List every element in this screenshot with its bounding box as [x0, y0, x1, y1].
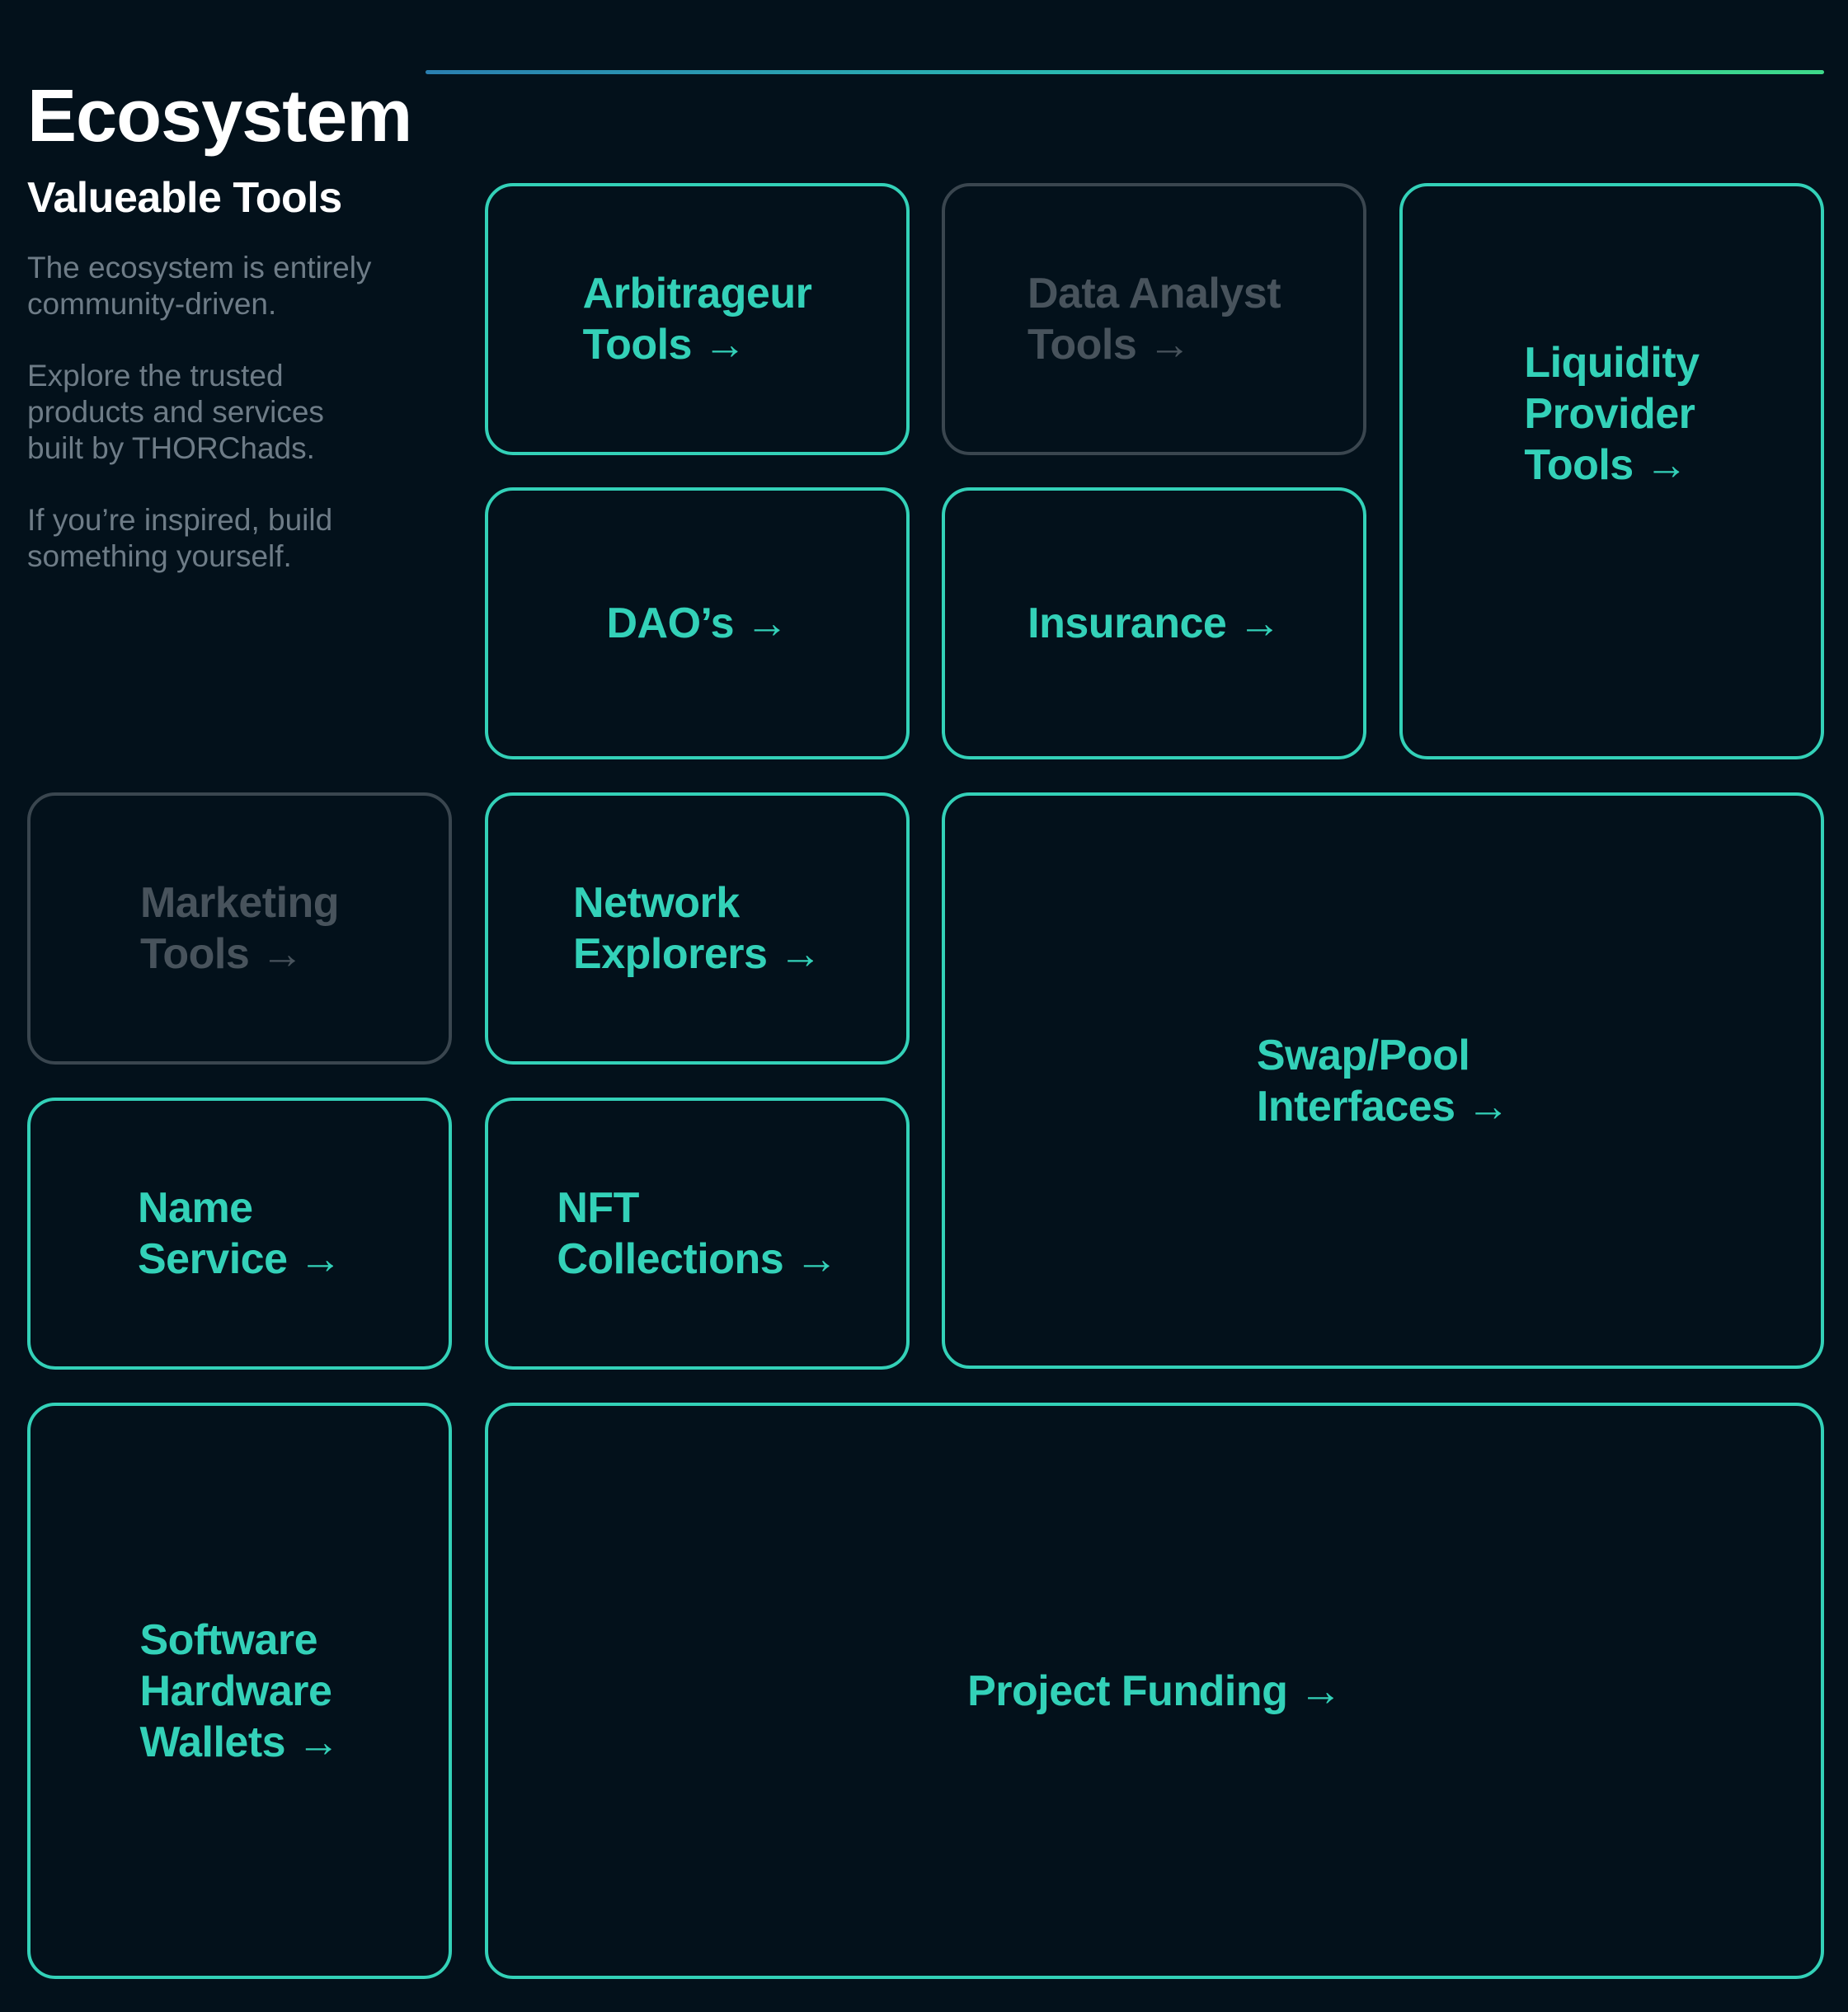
page-title: Ecosystem	[27, 75, 412, 158]
tile-label: DAO’s →	[607, 598, 788, 649]
tile-label-line: Collections	[557, 1235, 784, 1283]
tile-label-line: Tools	[582, 321, 693, 369]
intro-paragraph-explore: Explore the trusted products and service…	[27, 358, 423, 467]
tile-label-line: Swap/Pool	[1256, 1031, 1470, 1079]
tile-software-hardware-wallets[interactable]: Software Hardware Wallets →	[27, 1403, 452, 1979]
tile-daos[interactable]: DAO’s →	[485, 487, 910, 759]
arrow-right-icon: →	[703, 321, 746, 369]
tile-project-funding[interactable]: Project Funding →	[485, 1403, 1824, 1979]
intro-line: something yourself.	[27, 539, 292, 574]
tile-label-line: Liquidity	[1524, 338, 1700, 387]
tile-swap-pool-interfaces[interactable]: Swap/Pool Interfaces →	[942, 792, 1824, 1369]
tile-label-line: Tools	[1027, 321, 1137, 369]
arrow-right-icon: →	[778, 930, 821, 978]
intro-heading: Valueable Tools	[27, 174, 342, 222]
tile-label-line: Network	[573, 879, 740, 927]
tile-label-line: Name	[137, 1184, 253, 1232]
tile-marketing-tools[interactable]: Marketing Tools →	[27, 792, 452, 1065]
intro-line: If you’re inspired, build	[27, 503, 333, 538]
tile-label-line: Hardware	[139, 1666, 332, 1715]
title-divider	[426, 70, 1824, 74]
arrow-right-icon: →	[1238, 599, 1281, 647]
tile-label: NFT Collections →	[557, 1182, 838, 1285]
intro-line: Explore the trusted	[27, 359, 284, 393]
tile-arbitrageur-tools[interactable]: Arbitrageur Tools →	[485, 183, 910, 455]
tile-label: Marketing Tools →	[139, 877, 340, 980]
arrow-right-icon: →	[795, 1235, 838, 1283]
tile-label-line: NFT	[557, 1184, 639, 1232]
tile-label-line: Project Funding	[967, 1666, 1288, 1715]
intro-line: community-driven.	[27, 287, 277, 322]
tile-liquidity-provider-tools[interactable]: Liquidity Provider Tools →	[1399, 183, 1824, 759]
tile-insurance[interactable]: Insurance →	[942, 487, 1366, 759]
tile-label-line: Interfaces	[1256, 1082, 1455, 1131]
arrow-right-icon: →	[1299, 1666, 1342, 1715]
tile-label: Network Explorers →	[573, 877, 821, 980]
arrow-right-icon: →	[299, 1235, 342, 1283]
intro-panel: Valueable Tools The ecosystem is entirel…	[27, 174, 423, 610]
tile-label-line: Wallets	[139, 1718, 286, 1766]
tile-label-line: Service	[137, 1235, 288, 1283]
arrow-right-icon: →	[1466, 1082, 1510, 1131]
arrow-right-icon: →	[297, 1718, 340, 1766]
tile-label-line: Tools	[139, 930, 250, 978]
tile-name-service[interactable]: Name Service →	[27, 1098, 452, 1370]
tile-label: Arbitrageur Tools →	[583, 268, 812, 370]
intro-line: The ecosystem is entirely	[27, 251, 372, 285]
arrow-right-icon: →	[1644, 440, 1688, 489]
intro-line: products and services	[27, 395, 324, 430]
tile-label-line: DAO’s	[606, 599, 735, 647]
tile-label-line: Software	[139, 1615, 318, 1664]
tile-label-line: Arbitrageur	[582, 270, 812, 317]
tile-label-line: Provider	[1524, 389, 1695, 438]
arrow-right-icon: →	[261, 930, 303, 978]
tile-label-line: Tools	[1524, 440, 1634, 489]
intro-line: built by THORChads.	[27, 431, 315, 466]
tile-label-line: Marketing	[139, 879, 340, 927]
tile-label: Project Funding →	[967, 1666, 1342, 1717]
tile-network-explorers[interactable]: Network Explorers →	[485, 792, 910, 1065]
arrow-right-icon: →	[745, 599, 788, 647]
tile-label: Name Service →	[137, 1182, 342, 1285]
arrow-right-icon: →	[1148, 321, 1191, 369]
tile-data-analyst-tools[interactable]: Data Analyst Tools →	[942, 183, 1366, 455]
tile-label: Swap/Pool Interfaces →	[1256, 1030, 1510, 1132]
intro-paragraph-community: The ecosystem is entirely community-driv…	[27, 250, 423, 322]
tile-label: Data Analyst Tools →	[1027, 268, 1281, 370]
tile-label: Software Hardware Wallets →	[139, 1615, 340, 1768]
tile-label-line: Insurance	[1027, 599, 1227, 647]
tile-label: Insurance →	[1027, 598, 1281, 649]
tile-label-line: Explorers	[573, 930, 768, 978]
tile-nft-collections[interactable]: NFT Collections →	[485, 1098, 910, 1370]
tile-label-line: Data Analyst	[1027, 270, 1281, 317]
tile-label: Liquidity Provider Tools →	[1524, 337, 1700, 491]
intro-paragraph-build: If you’re inspired, build something your…	[27, 502, 423, 575]
